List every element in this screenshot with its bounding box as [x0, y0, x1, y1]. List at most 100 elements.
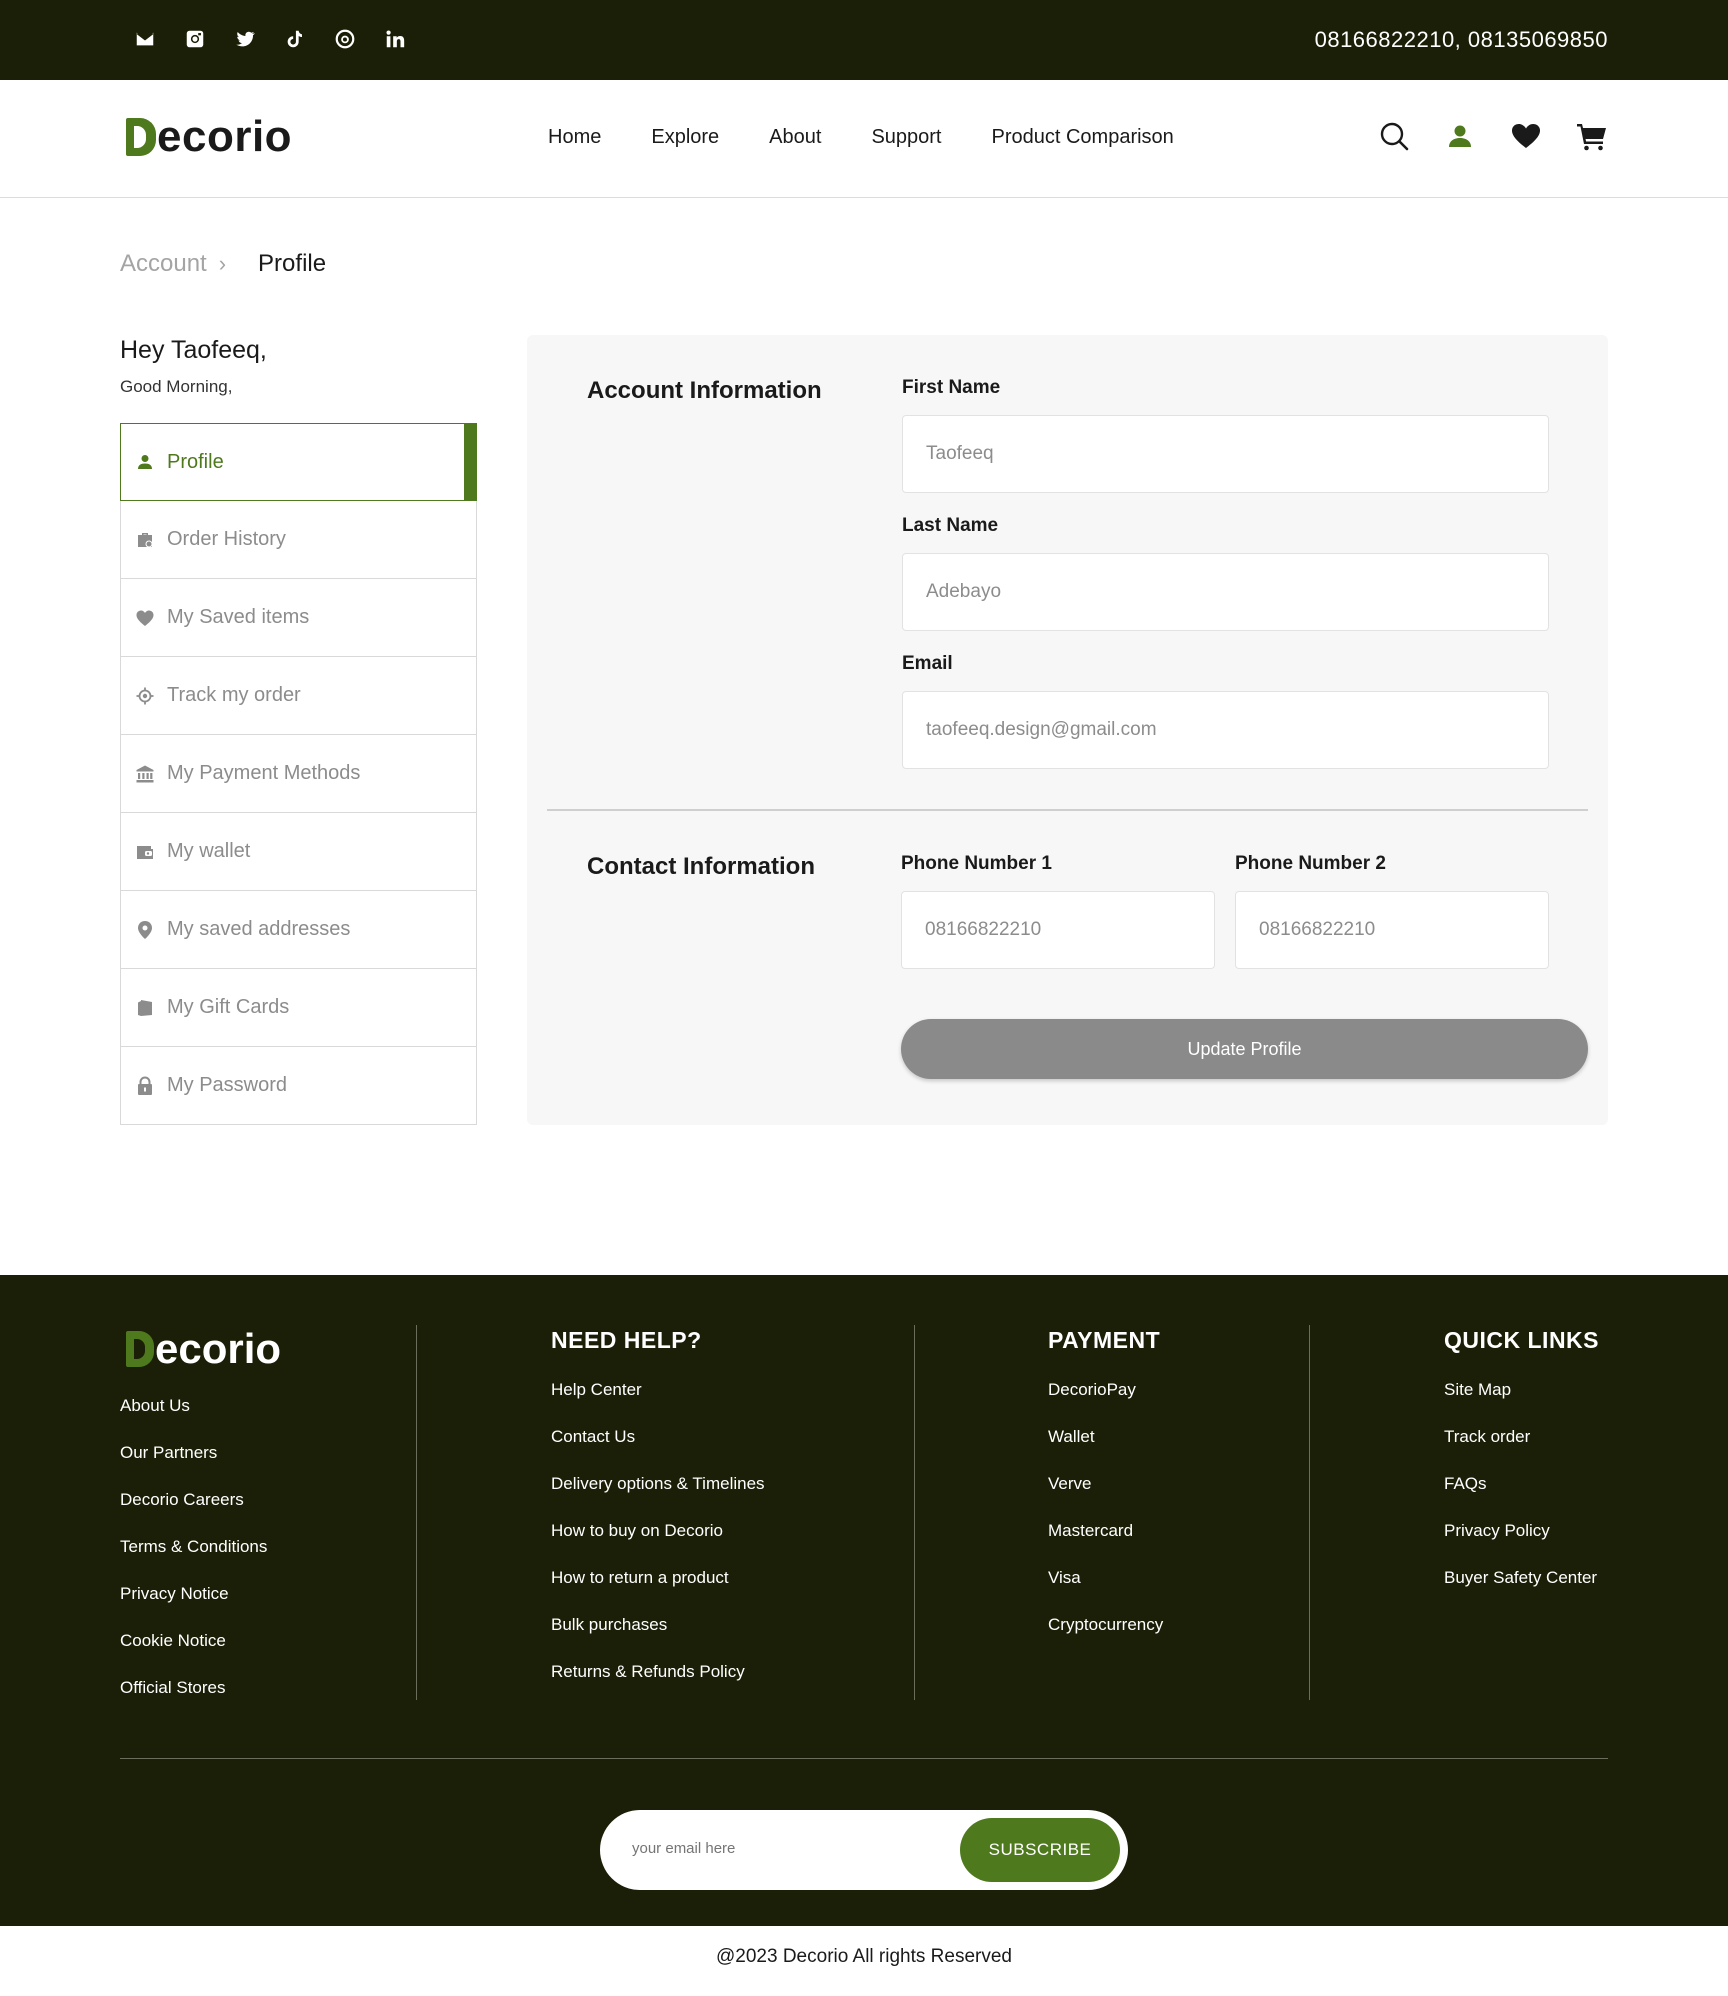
twitter-icon[interactable] [233, 27, 257, 51]
user-icon [135, 452, 155, 472]
gift-card-icon [135, 998, 155, 1018]
logo[interactable]: ecorio [126, 112, 292, 162]
section-divider [547, 809, 1588, 811]
menu-item-label: My Payment Methods [167, 762, 361, 784]
nav-home[interactable]: Home [548, 126, 601, 149]
footer-link[interactable]: Official Stores [120, 1678, 267, 1725]
menu-item-label: Profile [167, 450, 224, 473]
crosshair-icon [135, 686, 155, 706]
footer-link[interactable]: Contact Us [551, 1427, 765, 1474]
footer-divider [1309, 1325, 1310, 1700]
threads-icon[interactable] [333, 27, 357, 51]
footer-payment-title: PAYMENT [1048, 1327, 1161, 1353]
phone2-field[interactable] [1235, 891, 1549, 969]
nav-product-comparison[interactable]: Product Comparison [992, 126, 1174, 149]
menu-item-order-history[interactable]: Order History [120, 501, 477, 579]
newsletter-email-input[interactable] [632, 1840, 912, 1857]
footer-link[interactable]: Visa [1048, 1568, 1163, 1615]
phone1-field[interactable] [901, 891, 1215, 969]
nav-explore[interactable]: Explore [651, 126, 719, 149]
footer-link[interactable]: Returns & Refunds Policy [551, 1662, 765, 1709]
nav-about[interactable]: About [769, 126, 821, 149]
breadcrumb-current: Profile [258, 250, 327, 277]
footer-link[interactable]: Cryptocurrency [1048, 1615, 1163, 1662]
mail-icon[interactable] [133, 27, 157, 51]
main-nav: Home Explore About Support Product Compa… [548, 126, 1174, 149]
footer-link[interactable]: Terms & Conditions [120, 1537, 267, 1584]
last-name-field[interactable] [902, 553, 1549, 631]
footer-link[interactable]: How to return a product [551, 1568, 765, 1615]
footer-link[interactable]: Decorio Careers [120, 1490, 267, 1537]
last-name-label: Last Name [902, 515, 999, 536]
menu-item-saved-addresses[interactable]: My saved addresses [120, 891, 477, 969]
email-field[interactable] [902, 691, 1549, 769]
cart-icon[interactable] [1576, 120, 1608, 157]
menu-item-profile[interactable]: Profile [120, 423, 477, 501]
footer-help-column: NEED HELP? Help Center Contact Us Delive… [551, 1327, 765, 1709]
menu-item-track-order[interactable]: Track my order [120, 657, 477, 735]
site-footer: ecorio About Us Our Partners Decorio Car… [0, 1275, 1728, 1926]
menu-item-password[interactable]: My Password [120, 1047, 477, 1125]
footer-link[interactable]: Privacy Policy [1444, 1521, 1599, 1568]
search-icon[interactable] [1378, 120, 1410, 157]
top-bar: 08166822210, 08135069850 [0, 0, 1728, 80]
account-menu: Profile Order History My Saved items Tra… [120, 423, 477, 1125]
footer-divider [914, 1325, 915, 1700]
footer-about-column: About Us Our Partners Decorio Careers Te… [120, 1396, 267, 1725]
linkedin-icon[interactable] [383, 27, 407, 51]
heart-icon[interactable] [1510, 120, 1542, 157]
footer-link[interactable]: Buyer Safety Center [1444, 1568, 1599, 1615]
footer-link[interactable]: Delivery options & Timelines [551, 1474, 765, 1521]
menu-item-payment-methods[interactable]: My Payment Methods [120, 735, 477, 813]
email-label: Email [902, 653, 953, 674]
footer-link[interactable]: Wallet [1048, 1427, 1163, 1474]
footer-link[interactable]: Mastercard [1048, 1521, 1163, 1568]
footer-link[interactable]: About Us [120, 1396, 267, 1443]
menu-item-wallet[interactable]: My wallet [120, 813, 477, 891]
footer-separator [120, 1758, 1608, 1759]
logo-mark [126, 1331, 154, 1367]
footer-quick-title: QUICK LINKS [1444, 1327, 1599, 1353]
menu-item-gift-cards[interactable]: My Gift Cards [120, 969, 477, 1047]
update-profile-button[interactable]: Update Profile [901, 1019, 1588, 1079]
footer-link[interactable]: Bulk purchases [551, 1615, 765, 1662]
footer-divider [416, 1325, 417, 1700]
contact-phones: 08166822210, 08135069850 [1314, 27, 1608, 52]
greeting: Hey Taofeeq, Good Morning, [120, 336, 267, 397]
footer-help-title: NEED HELP? [551, 1327, 702, 1353]
footer-link[interactable]: Verve [1048, 1474, 1163, 1521]
footer-link[interactable]: DecorioPay [1048, 1380, 1163, 1427]
logo-mark [126, 118, 156, 156]
footer-link[interactable]: Our Partners [120, 1443, 267, 1490]
footer-logo-text: ecorio [155, 1325, 282, 1372]
tiktok-icon[interactable] [283, 27, 307, 51]
nav-support[interactable]: Support [871, 126, 941, 149]
footer-link[interactable]: Help Center [551, 1380, 765, 1427]
lock-icon [135, 1076, 155, 1096]
breadcrumb-account[interactable]: Account [120, 250, 207, 278]
header-actions [1378, 120, 1608, 157]
footer-link[interactable]: Privacy Notice [120, 1584, 267, 1631]
account-info-title: Account Information [587, 377, 822, 404]
user-icon[interactable] [1444, 120, 1476, 157]
footer-link[interactable]: Site Map [1444, 1380, 1599, 1427]
first-name-label: First Name [902, 377, 1001, 398]
footer-link[interactable]: Cookie Notice [120, 1631, 267, 1678]
logo-text: ecorio [157, 112, 293, 161]
instagram-icon[interactable] [183, 27, 207, 51]
menu-item-saved-items[interactable]: My Saved items [120, 579, 477, 657]
greeting-title: Hey Taofeeq, [120, 336, 267, 364]
footer-payment-column: PAYMENT DecorioPay Wallet Verve Masterca… [1048, 1327, 1163, 1662]
menu-item-label: Order History [167, 528, 286, 550]
first-name-field[interactable] [902, 415, 1549, 493]
subscribe-button[interactable]: SUBSCRIBE [960, 1818, 1120, 1882]
footer-link[interactable]: FAQs [1444, 1474, 1599, 1521]
profile-panel: Account Information First Name Last Name… [527, 335, 1608, 1125]
menu-item-label: My Gift Cards [167, 996, 290, 1018]
site-header: ecorio Home Explore About Support Produc… [0, 80, 1728, 198]
breadcrumb: Account › Profile [120, 250, 326, 278]
footer-quick-links-column: QUICK LINKS Site Map Track order FAQs Pr… [1444, 1327, 1599, 1615]
footer-link[interactable]: How to buy on Decorio [551, 1521, 765, 1568]
footer-logo[interactable]: ecorio [126, 1325, 281, 1373]
footer-link[interactable]: Track order [1444, 1427, 1599, 1474]
